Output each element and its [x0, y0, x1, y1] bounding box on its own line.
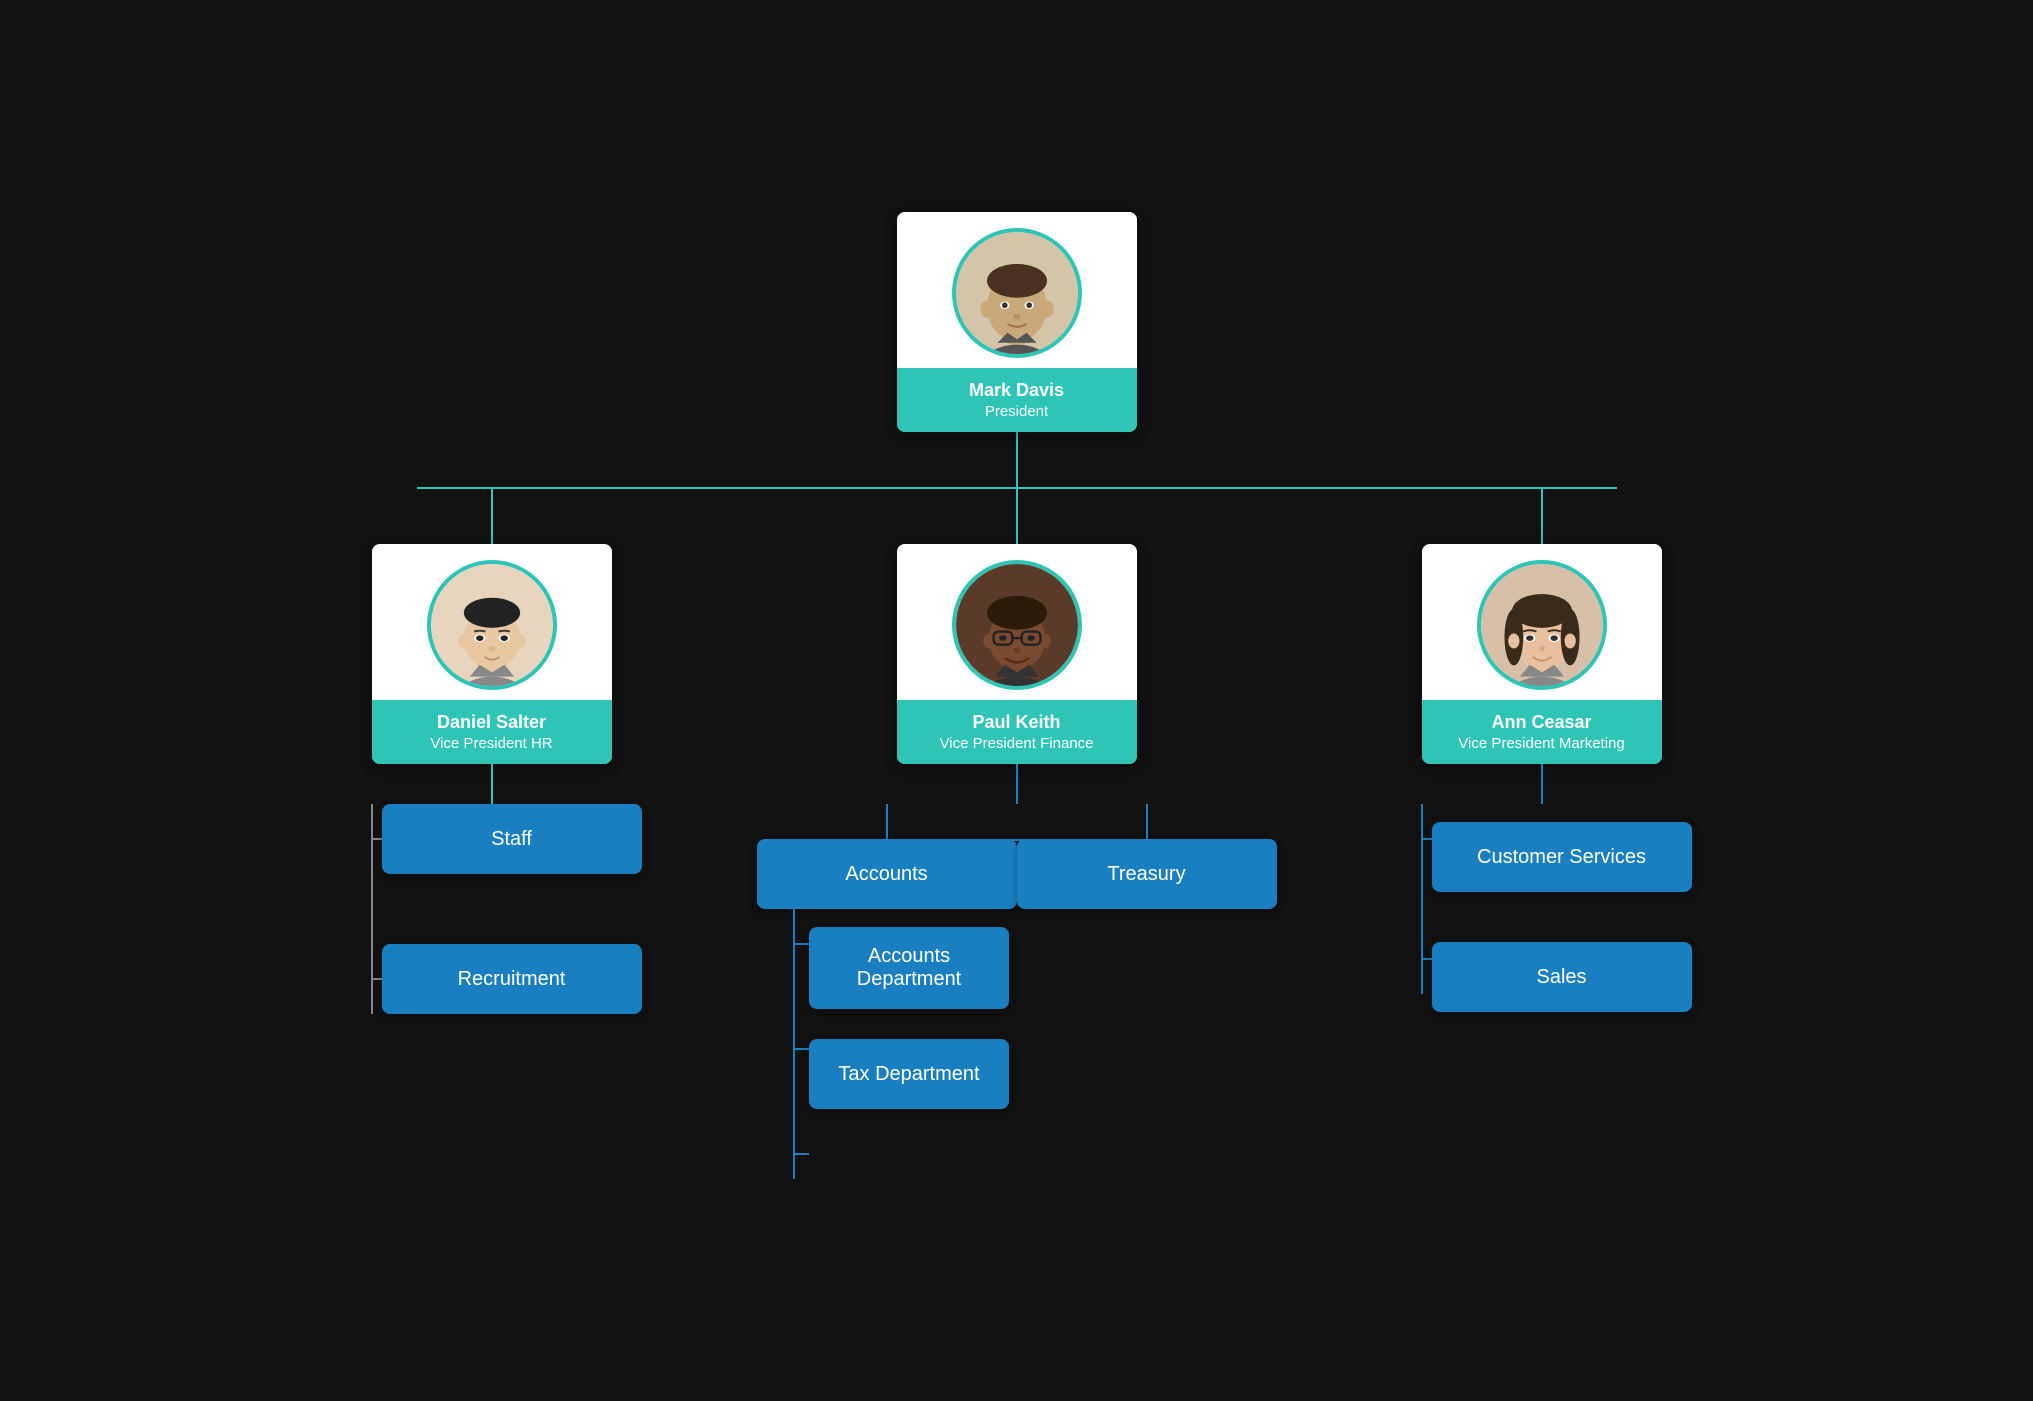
finance-top-deps: Accounts: [767, 804, 1267, 1189]
hr-bracket-svg: [342, 804, 382, 1024]
treasury-col: Treasury: [1027, 804, 1267, 909]
finance-up-line: [1016, 489, 1018, 544]
daniel-avatar: [427, 560, 557, 690]
ann-card: Ann Ceasar Vice President Marketing: [1422, 544, 1662, 764]
staff-box[interactable]: Staff: [382, 804, 642, 874]
ann-avatar: [1477, 560, 1607, 690]
accounts-box[interactable]: Accounts: [757, 839, 1017, 909]
marketing-bracket-svg: [1392, 804, 1432, 1004]
treasury-box[interactable]: Treasury: [1017, 839, 1277, 909]
root-name: Mark Davis: [907, 380, 1127, 401]
root-title: President: [907, 403, 1127, 420]
paul-title: Vice President Finance: [907, 735, 1127, 752]
h-bar-l2: [242, 487, 1792, 489]
hr-card: Daniel Salter Vice President HR: [372, 544, 612, 764]
daniel-title: Vice President HR: [382, 735, 602, 752]
ann-name: Ann Ceasar: [1432, 712, 1652, 733]
paul-card: Paul Keith Vice President Finance: [897, 544, 1137, 764]
root-down-line: [1016, 432, 1018, 487]
org-chart: Mark Davis President: [142, 212, 1892, 1189]
marketing-sub: Customer Services Sales: [1392, 804, 1692, 1012]
accounts-bracket-svg: [764, 909, 809, 1189]
hr-sub-section: Staff Recruitment: [342, 804, 642, 1024]
mark-avatar: [952, 228, 1082, 358]
accounts-dept-box[interactable]: Accounts Department: [809, 927, 1009, 1009]
root-level: Mark Davis President: [897, 212, 1137, 432]
customer-services-box[interactable]: Customer Services: [1432, 822, 1692, 892]
level2-row: Daniel Salter Vice President HR: [242, 489, 1792, 1189]
hr-column: Daniel Salter Vice President HR: [342, 489, 642, 1024]
accounts-col: Accounts: [767, 804, 1007, 1189]
paul-avatar: [952, 560, 1082, 690]
marketing-column: Ann Ceasar Vice President Marketing Cust…: [1392, 489, 1692, 1012]
ann-up-line: [1541, 489, 1543, 544]
tax-dept-box[interactable]: Tax Department: [809, 1039, 1009, 1109]
recruitment-box[interactable]: Recruitment: [382, 944, 642, 1014]
sales-box[interactable]: Sales: [1432, 942, 1692, 1012]
daniel-name: Daniel Salter: [382, 712, 602, 733]
ann-title: Vice President Marketing: [1432, 735, 1652, 752]
paul-name: Paul Keith: [907, 712, 1127, 733]
root-card: Mark Davis President: [897, 212, 1137, 432]
finance-column: Paul Keith Vice President Finance Accoun…: [737, 489, 1297, 1189]
hr-up-line: [491, 489, 493, 544]
